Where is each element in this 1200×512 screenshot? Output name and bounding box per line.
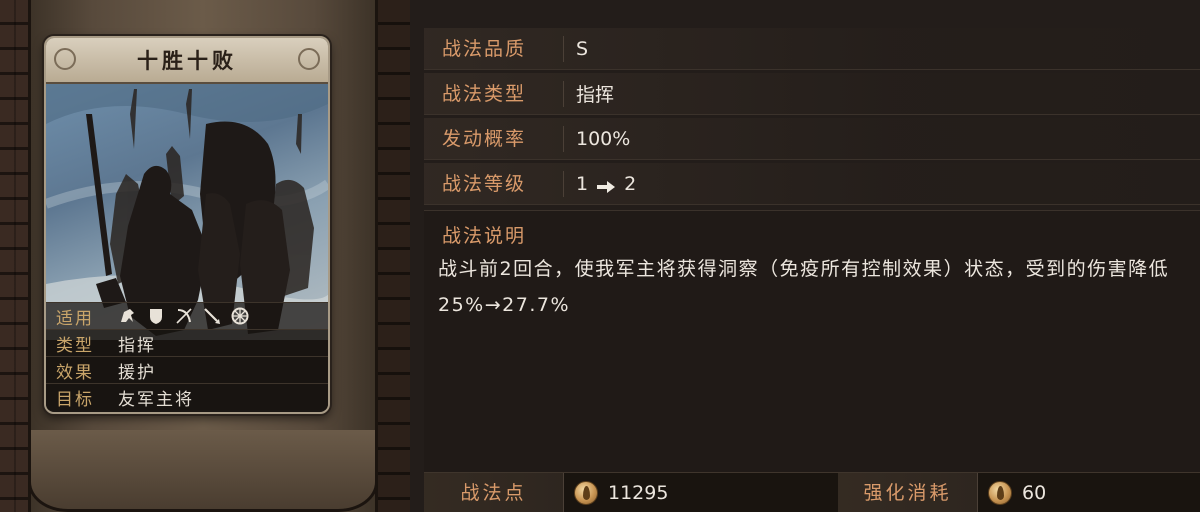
level-value: 1 2: [564, 173, 636, 195]
upgrade-cost-value: 60: [1022, 482, 1047, 504]
ornament-icon: [54, 48, 76, 70]
brick-wall-right: [378, 0, 410, 512]
card-title-bar: 十胜十败: [46, 38, 328, 84]
trigger-rate-value: 100%: [576, 127, 631, 150]
attr-label: 类型: [56, 335, 94, 356]
info-row-level: 战法等级 1 2: [424, 163, 1200, 205]
attr-label: 目标: [56, 389, 94, 410]
info-label: 战法品质: [424, 35, 564, 62]
attr-row-effect: 效果 援护: [46, 356, 328, 383]
info-row-trigger-rate: 发动概率 100%: [424, 118, 1200, 160]
siege-icon: [230, 306, 250, 326]
upgrade-cost: 强化消耗 60: [838, 473, 1046, 512]
tactic-description: 战法说明 战斗前2回合，使我军主将获得洞察（免疫所有控制效果）状态，受到的伤害降…: [424, 210, 1200, 472]
attr-row-target: 目标 友军主将: [46, 383, 328, 410]
attr-label: 效果: [56, 362, 94, 383]
attr-row-applicable: 适用: [46, 302, 328, 329]
shield-icon: [146, 306, 166, 326]
info-label: 战法等级: [424, 170, 564, 197]
info-row-type: 战法类型 指挥: [424, 73, 1200, 115]
card-attribute-list: 适用 类型 指挥 效果 援护 目标 友军主将: [46, 302, 328, 410]
attr-value: 援护: [118, 362, 156, 383]
ornament-icon: [298, 48, 320, 70]
tactic-point-coin-icon: [988, 481, 1012, 505]
attr-value: 友军主将: [118, 389, 194, 410]
archer-icon: [174, 306, 194, 326]
level-to: 2: [624, 172, 637, 195]
unit-type-icons: [118, 306, 250, 326]
info-row-quality: 战法品质 S: [424, 28, 1200, 70]
quality-value: S: [576, 37, 589, 60]
arrow-right-icon: [596, 177, 616, 193]
description-text: 战斗前2回合，使我军主将获得洞察（免疫所有控制效果）状态，受到的伤害降低25%→…: [438, 258, 1170, 316]
level-from: 1: [576, 172, 589, 195]
scroll-bottom-roll: [28, 430, 378, 512]
card-title: 十胜十败: [137, 48, 237, 73]
tactic-points: 战法点 11295: [424, 473, 668, 512]
tactic-points-value: 11295: [608, 482, 669, 504]
description-title: 战法说明: [442, 225, 527, 247]
info-label: 战法类型: [424, 80, 564, 107]
bottom-cost-bar: 战法点 11295 强化消耗 60: [424, 472, 1200, 512]
cavalry-icon: [118, 306, 138, 326]
tactic-card[interactable]: 十胜十败 适用 类型 指挥 效果 援护 目标 友军主将: [44, 36, 330, 414]
spear-icon: [202, 306, 222, 326]
attr-value: 指挥: [118, 335, 156, 356]
tactic-points-label: 战法点: [424, 473, 564, 512]
info-label: 发动概率: [424, 125, 564, 152]
tactic-info-panel: 战法品质 S 战法类型 指挥 发动概率 100% 战法等级 1 2: [424, 28, 1200, 208]
attr-label: 适用: [56, 308, 94, 329]
tactic-point-coin-icon: [574, 481, 598, 505]
upgrade-cost-label: 强化消耗: [838, 473, 978, 512]
type-value: 指挥: [576, 84, 615, 106]
attr-row-type: 类型 指挥: [46, 329, 328, 356]
